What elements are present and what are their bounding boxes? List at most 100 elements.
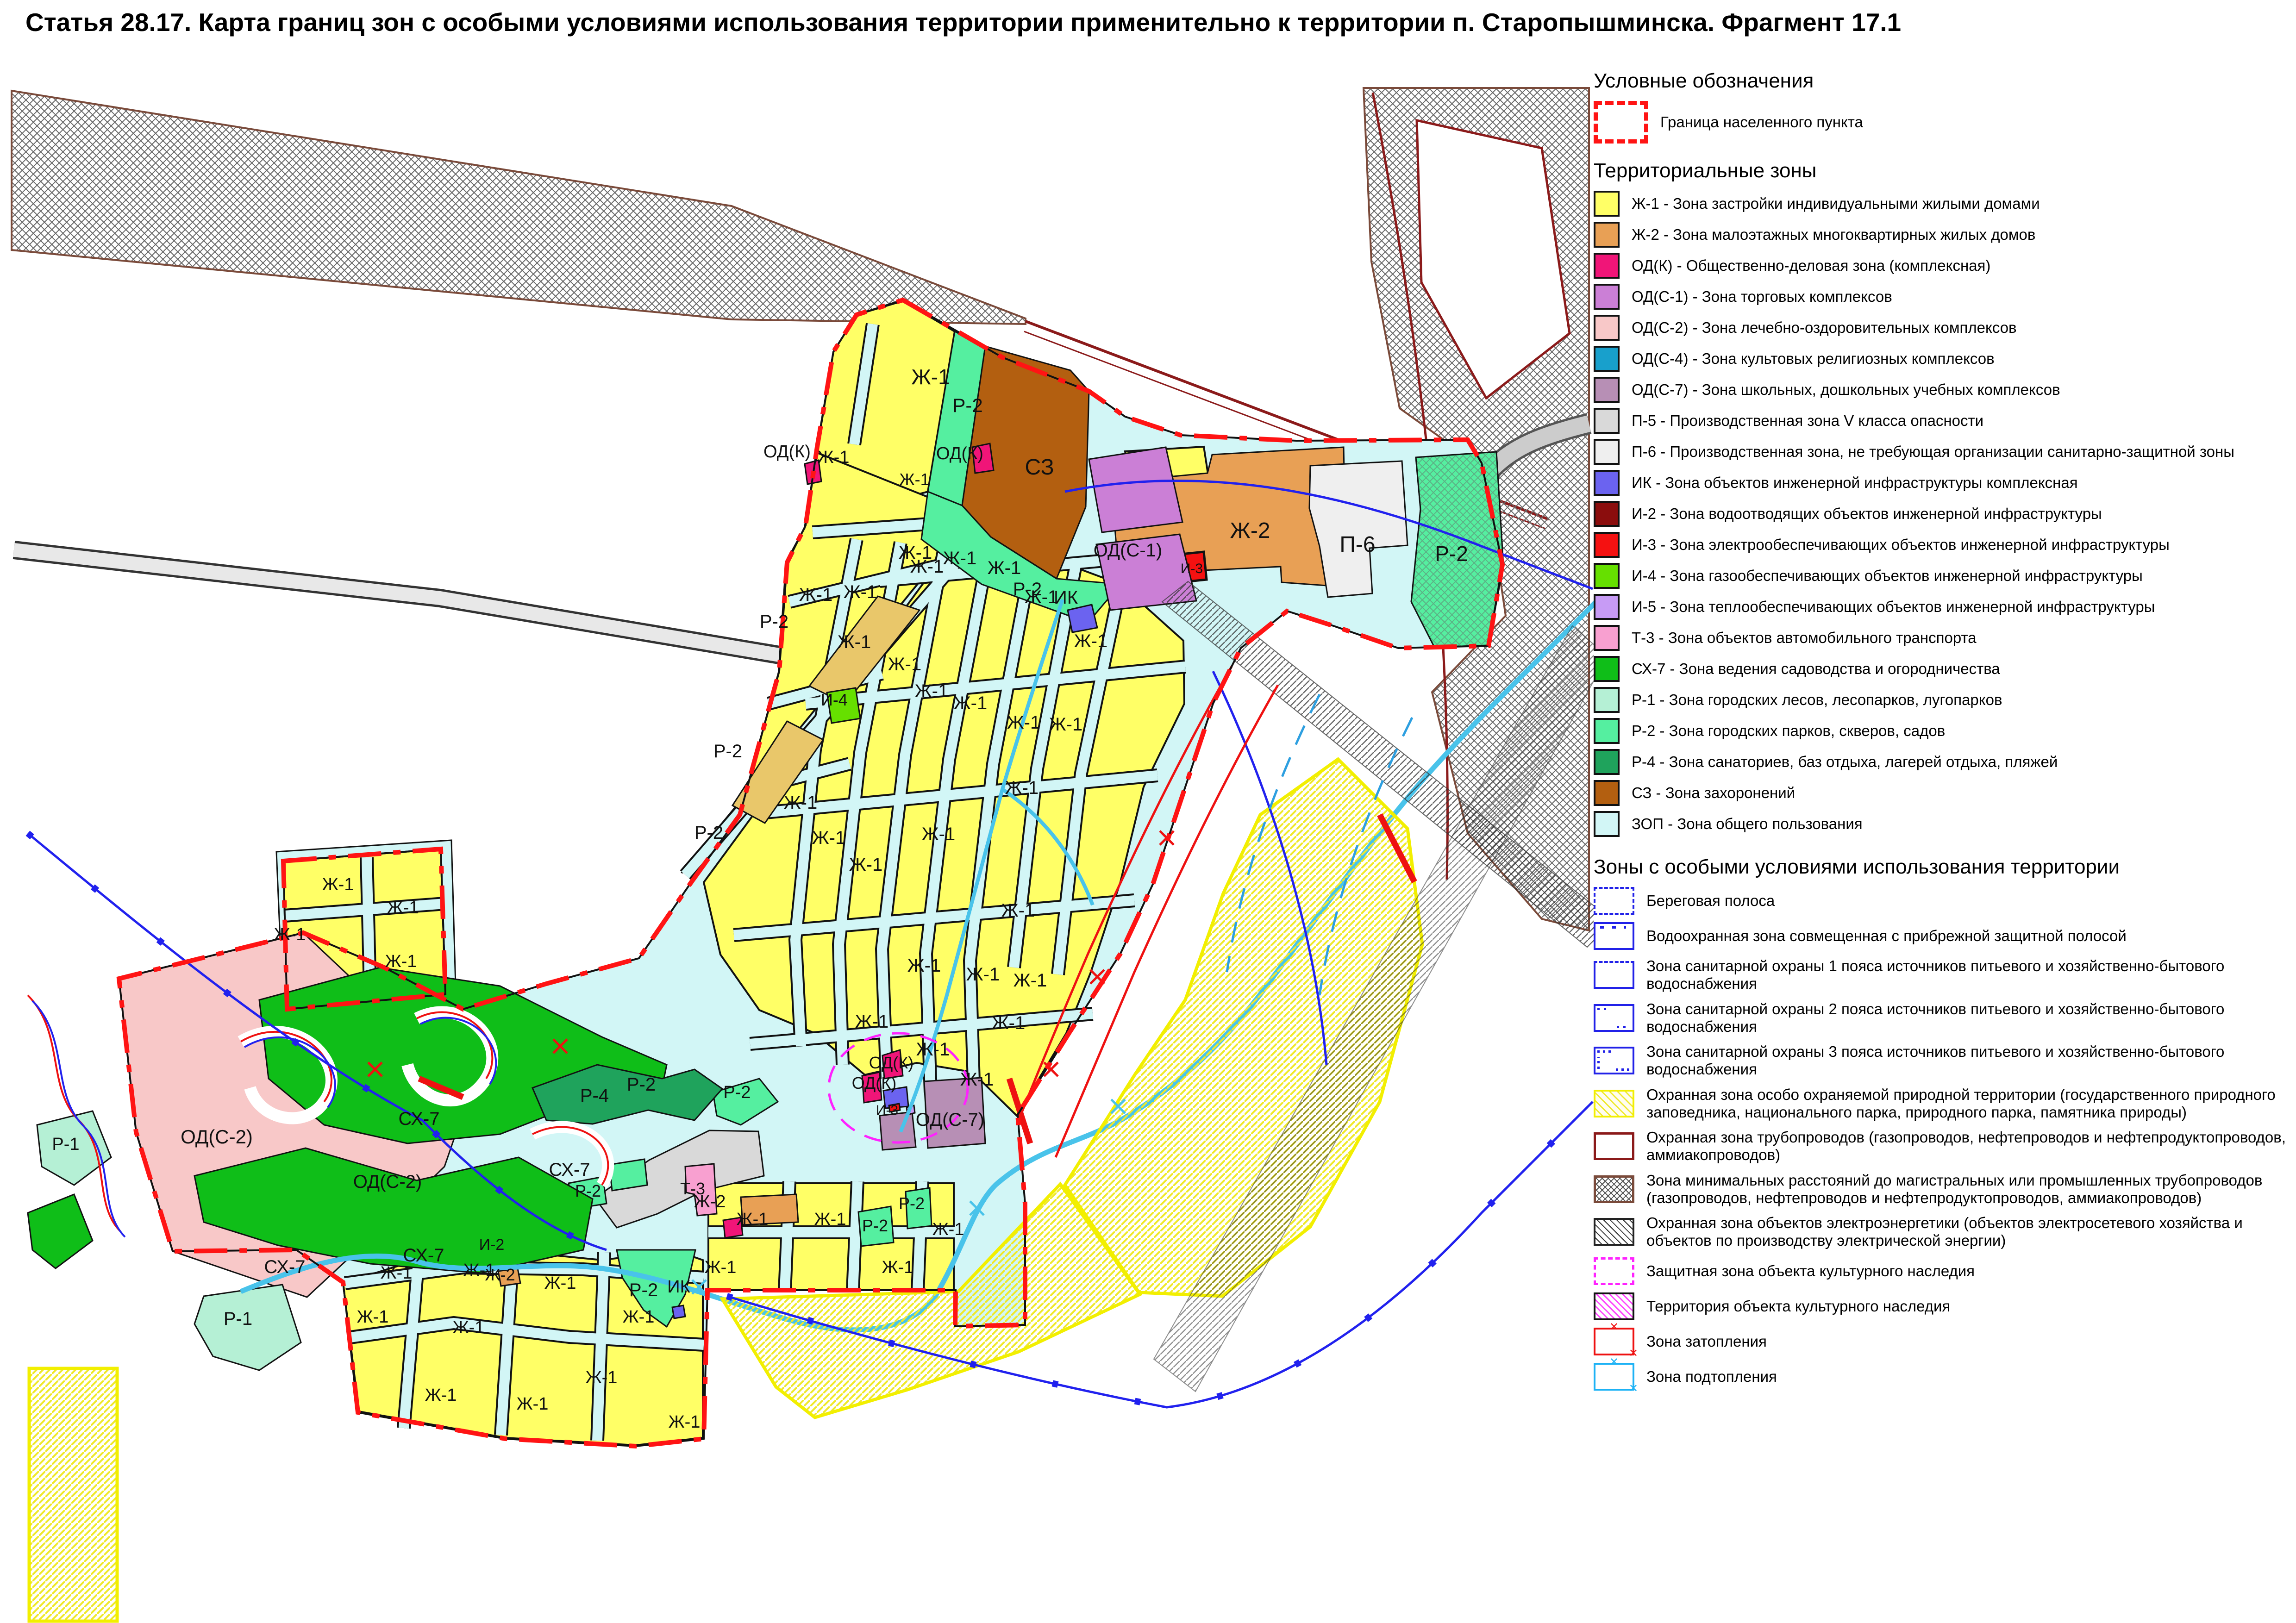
map-zone-label: Ж-1	[818, 448, 850, 467]
map-zone-label: Ж-1	[544, 1273, 576, 1293]
special-zone-label: Защитная зона объекта культурного наслед…	[1646, 1262, 1975, 1280]
map-zone-label: Ж-1	[274, 925, 306, 944]
map-zone-label: Р-2	[723, 1083, 751, 1102]
map-zone-label: Ж-1	[882, 1258, 914, 1277]
zone-color-swatch	[1594, 377, 1620, 403]
map-zone-label: Ж-1	[960, 1069, 994, 1090]
legend-zone-item: Р-2 - Зона городских парков, скверов, са…	[1594, 718, 2290, 744]
zone-label: ОД(С-7) - Зона школьных, дошкольных учеб…	[1632, 381, 2060, 399]
legend-zone-item: СЗ - Зона захоронений	[1594, 780, 2290, 806]
zone-color-swatch	[1594, 408, 1620, 434]
zone-label: ЗОП - Зона общего пользования	[1632, 815, 1863, 833]
map-zone-label: ОД(С-7)	[916, 1110, 984, 1130]
map-zone-label: ОД(С-2)	[181, 1126, 253, 1148]
zone-label: Р-2 - Зона городских парков, скверов, са…	[1632, 722, 1945, 740]
map-zone-label: ОД(С-2)	[353, 1172, 422, 1192]
legend-special-title: Зоны с особыми условиями использования т…	[1594, 855, 2290, 879]
special-zone-label: Зона санитарной охраны 2 пояса источнико…	[1646, 1000, 2290, 1036]
zone-color-swatch	[1594, 563, 1620, 589]
legend-zone-item: И-5 - Зона теплообеспечивающих объектов …	[1594, 594, 2290, 620]
zone-color-swatch	[1594, 625, 1620, 651]
legend-panel: Условные обозначения Граница населенного…	[1594, 69, 2290, 1398]
map-zone-label: ОД(К)	[852, 1074, 897, 1092]
map-zone-label: Ж-1	[1013, 970, 1047, 991]
special-zone-label: Охранная зона трубопроводов (газопроводо…	[1646, 1129, 2290, 1164]
zone-label: И-3 - Зона электрообеспечивающих объекто…	[1632, 536, 2170, 554]
legend-zone-item: ОД(С-1) - Зона торговых комплексов	[1594, 284, 2290, 310]
page: Статья 28.17. Карта границ зон с особыми…	[0, 0, 2296, 1623]
map-zone-label: Р-2	[713, 741, 742, 762]
map-zone-label: И-4	[821, 690, 848, 709]
map-zone-label: Ж-1	[623, 1307, 655, 1327]
flood-symbol	[1594, 1328, 1634, 1355]
map-zone-label: Ж-1	[922, 824, 956, 844]
special-zone-label: Зона затопления	[1646, 1333, 1767, 1350]
legend-zone-item: ИК - Зона объектов инженерной инфраструк…	[1594, 470, 2290, 496]
map-zone-label: Ж-1	[915, 681, 949, 701]
map-zone-label: Ж-1	[357, 1307, 389, 1327]
zone-color-swatch	[1594, 749, 1620, 775]
legend-zone-item: ОД(С-2) - Зона лечебно-оздоровительных к…	[1594, 315, 2290, 341]
map-zone-label: Р-2	[952, 394, 982, 416]
map-zone-label: Ж-2	[1230, 518, 1270, 543]
special-zone-label: Водоохранная зона совмещенная с прибрежн…	[1646, 927, 2127, 945]
zone-label: Т-3 - Зона объектов автомобильного транс…	[1632, 629, 1977, 647]
legend-special-item: Водоохранная зона совмещенная с прибрежн…	[1594, 922, 2290, 950]
map-zone-label: Ж-2	[694, 1192, 726, 1211]
map-zone-label: Ж-1	[705, 1258, 737, 1277]
map-zone-label: Р-2	[694, 823, 723, 843]
pipemin-symbol	[1594, 1175, 1634, 1203]
zso3-symbol	[1594, 1047, 1634, 1074]
special-zone-label: Береговая полоса	[1646, 892, 1775, 910]
map-zone-label: Р-2	[575, 1181, 601, 1200]
map-zone-label: ОД(С-1)	[1094, 540, 1162, 561]
zone-label: СЗ - Зона захоронений	[1632, 784, 1795, 802]
map-zone-label: Р-2	[1435, 542, 1468, 566]
map-zone-label: Ж-1	[1007, 712, 1041, 733]
map-zone-label: Р-2	[627, 1074, 656, 1095]
map-zone-label: Ж-1	[844, 582, 877, 602]
legend-zone-item: И-3 - Зона электрообеспечивающих объекто…	[1594, 532, 2290, 558]
map-zone-label: Ж-1	[907, 955, 941, 976]
map-zone-label: Ж-1	[385, 952, 417, 971]
legend-zone-item: П-6 - Производственная зона, не требующа…	[1594, 439, 2290, 465]
legend-special-item: Зона санитарной охраны 2 пояса источнико…	[1594, 1000, 2290, 1036]
legend-zone-item: И-2 - Зона водоотводящих объектов инжене…	[1594, 501, 2290, 527]
map-zone-label: Ж-1	[911, 365, 950, 389]
map-zone-label: Ж-1	[849, 855, 883, 875]
legend-zone-item: ОД(К) - Общественно-деловая зона (компле…	[1594, 253, 2290, 279]
legend-zone-item: ОД(С-4) - Зона культовых религиозных ком…	[1594, 346, 2290, 372]
special-zone-label: Зона минимальных расстояний до магистрал…	[1646, 1172, 2290, 1207]
legend-boundary-item: Граница населенного пункта	[1594, 101, 2290, 144]
legend-zone-item: ОД(С-7) - Зона школьных, дошкольных учеб…	[1594, 377, 2290, 403]
map-zone-label: Ж-1	[381, 1263, 413, 1283]
legend-special-item: Зона санитарной охраны 1 пояса источнико…	[1594, 957, 2290, 993]
map-zone-label: Ж-1	[888, 654, 922, 674]
legend-special-item: Зона минимальных расстояний до магистрал…	[1594, 1172, 2290, 1207]
electro-symbol	[1594, 1218, 1634, 1246]
map-zone-label: Р-2	[899, 1194, 925, 1213]
map-zone-label: И-3	[1181, 561, 1203, 576]
legend-zone-item: Р-4 - Зона санаториев, баз отдыха, лагер…	[1594, 749, 2290, 775]
legend-special-item: Территория объекта культурного наследия	[1594, 1292, 2290, 1320]
legend-zones-list: Ж-1 - Зона застройки индивидуальными жил…	[1594, 191, 2290, 837]
map-zone-label: Ж-1	[387, 898, 419, 918]
legend-special-item: Охранная зона объектов электроэнергетики…	[1594, 1214, 2290, 1250]
podtop-symbol	[1594, 1363, 1634, 1391]
special-zone-label: Охранная зона особо охраняемой природной…	[1646, 1086, 2290, 1122]
zone-color-swatch	[1594, 780, 1620, 806]
legend-zone-item: СХ-7 - Зона ведения садоводства и огород…	[1594, 656, 2290, 682]
map-zone-label: Ж-1	[1049, 714, 1083, 735]
map-zone-label: Р-2	[760, 612, 788, 632]
zone-color-swatch	[1594, 594, 1620, 620]
map-zone-label: Ж-1	[1074, 631, 1108, 651]
map-zone-label: Р-1	[52, 1135, 79, 1154]
zone-color-swatch	[1594, 656, 1620, 682]
special-zone-label: Зона санитарной охраны 3 пояса источнико…	[1646, 1043, 2290, 1079]
map-zone-label: Ж-1	[586, 1368, 618, 1387]
zone-label: ИК - Зона объектов инженерной инфраструк…	[1632, 474, 2078, 492]
special-zone-label: Охранная зона объектов электроэнергетики…	[1646, 1214, 2290, 1250]
map-zone-label: ОД(К)	[763, 442, 811, 462]
zso1-symbol	[1594, 961, 1634, 989]
map-zone-label: Р-4	[580, 1086, 609, 1106]
